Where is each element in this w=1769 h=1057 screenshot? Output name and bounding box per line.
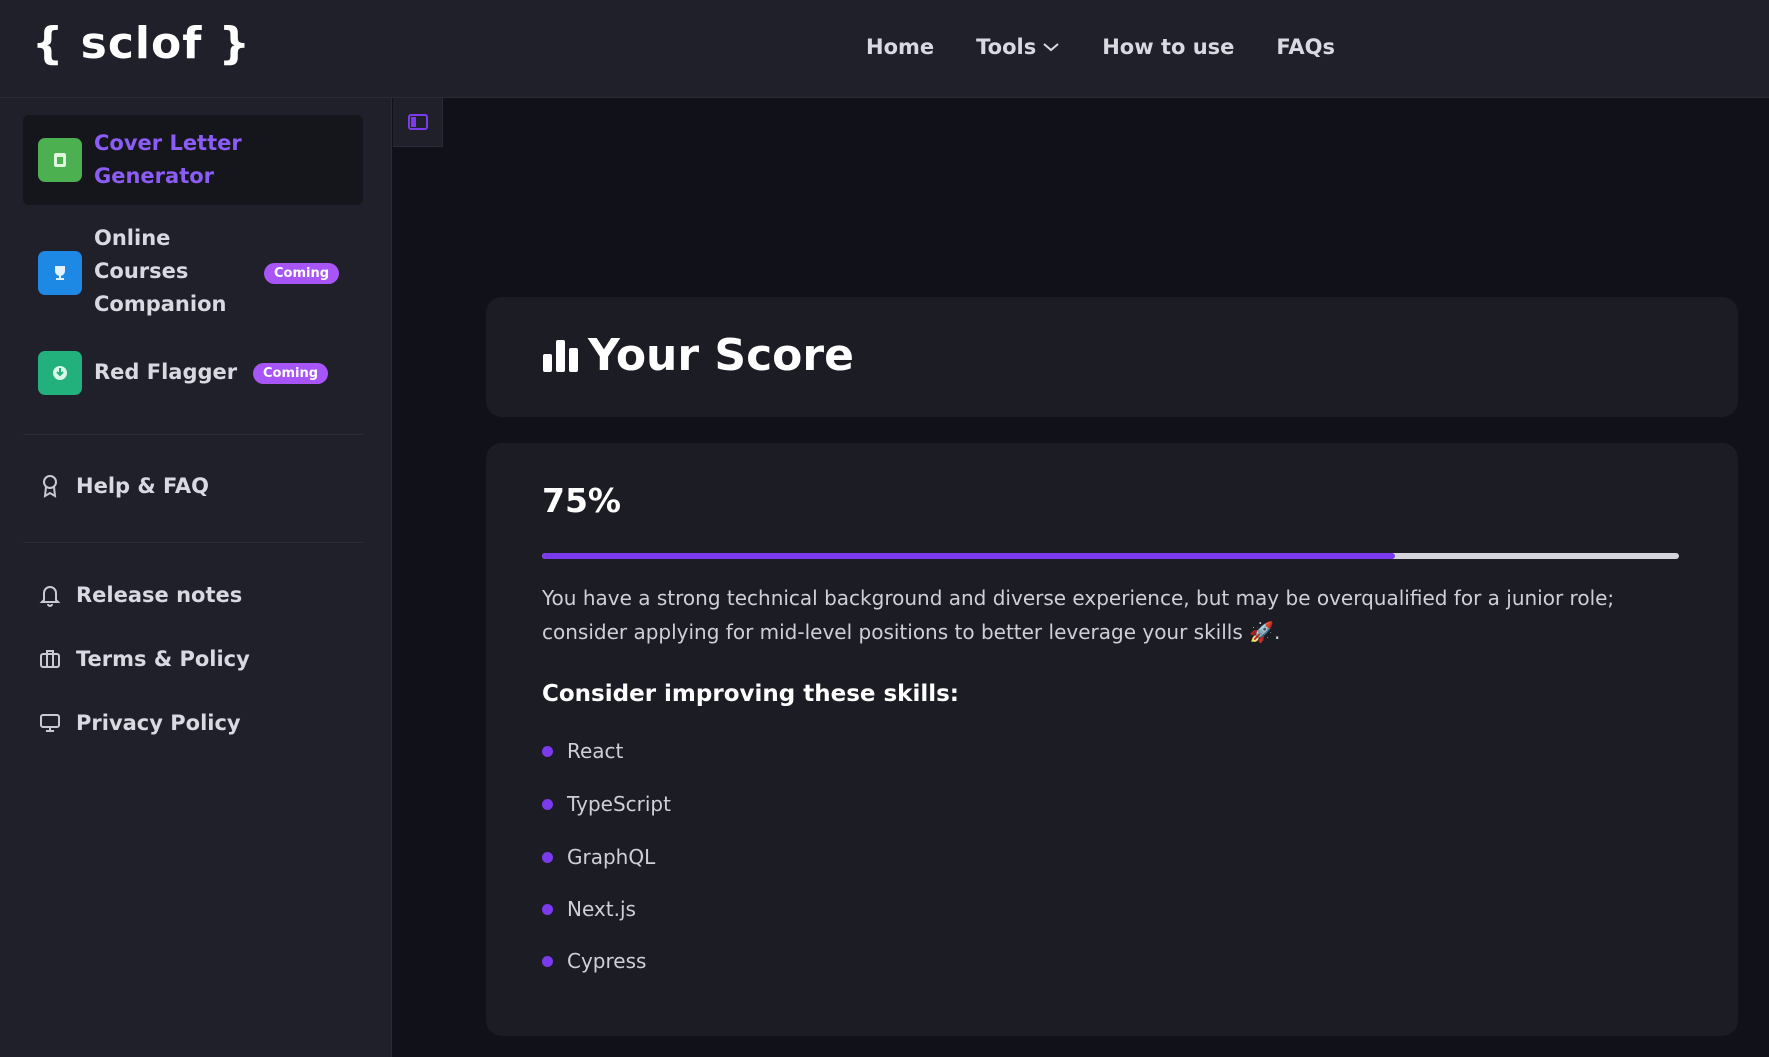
nav-tools-label: Tools [976, 35, 1037, 59]
sidebar-item-online-courses-companion[interactable]: Online Courses Companion Coming [23, 218, 363, 328]
trophy-icon [38, 251, 82, 295]
sidebar-item-label: Cover Letter Generator [94, 127, 242, 193]
bullet-icon [542, 851, 553, 863]
sidebar-item-help-faq[interactable]: Help & FAQ [38, 473, 209, 499]
sidebar-link-label: Terms & Policy [76, 647, 250, 671]
sidebar-item-label-line: Generator [94, 164, 215, 188]
score-progress-bar [542, 553, 1679, 559]
skill-item: Next.js [542, 897, 636, 921]
nav-home[interactable]: Home [866, 32, 934, 62]
sidebar-item-label-line: Cover Letter [94, 131, 242, 155]
sidebar-item-label-line: Online [94, 226, 171, 250]
shield-check-icon [38, 351, 82, 395]
sidebar-divider [23, 542, 363, 543]
sidebar-divider [23, 434, 363, 435]
sidebar-panel-icon [407, 114, 428, 130]
bullet-icon [542, 955, 553, 967]
briefcase-icon [40, 650, 60, 668]
nav-faqs[interactable]: FAQs [1276, 32, 1335, 62]
monitor-icon [40, 714, 60, 732]
sidebar: Cover Letter Generator Online Courses Co… [0, 98, 392, 1057]
sidebar-item-terms-policy[interactable]: Terms & Policy [38, 646, 250, 672]
sidebar-item-cover-letter-generator[interactable]: Cover Letter Generator [23, 115, 363, 205]
sidebar-item-label: Red Flagger [94, 360, 238, 384]
score-title-text: Your Score [588, 330, 854, 381]
score-percent: 75% [542, 481, 621, 520]
nav-home-label: Home [866, 35, 935, 59]
top-header: { sclof } Home Tools How to use FAQs [0, 0, 1769, 98]
bullet-icon [542, 798, 553, 810]
nav-how-to-use[interactable]: How to use [1102, 32, 1234, 62]
skill-label: TypeScript [567, 792, 671, 816]
skills-heading: Consider improving these skills: [542, 681, 960, 707]
skill-label: React [567, 739, 624, 763]
sidebar-link-label: Help & FAQ [76, 474, 210, 498]
skill-item: React [542, 739, 623, 763]
document-icon [38, 138, 82, 182]
coming-badge: Coming [264, 263, 340, 284]
skill-item: Cypress [542, 949, 646, 973]
nav-how-to-use-label: How to use [1102, 35, 1235, 59]
logo[interactable]: { sclof } [32, 18, 251, 69]
chevron-down-icon [1043, 43, 1059, 52]
sidebar-link-label: Release notes [76, 583, 243, 607]
bullet-icon [542, 745, 553, 757]
sidebar-item-privacy-policy[interactable]: Privacy Policy [38, 710, 241, 736]
sidebar-toggle-button[interactable] [393, 98, 443, 147]
sidebar-item-release-notes[interactable]: Release notes [38, 582, 242, 608]
score-detail-card: 75% You have a strong technical backgrou… [486, 443, 1738, 1036]
bullet-icon [542, 903, 553, 915]
coming-badge: Coming [253, 363, 329, 384]
bell-icon [39, 586, 61, 607]
skill-item: TypeScript [542, 792, 671, 816]
award-icon [43, 475, 57, 498]
sidebar-item-label-line: Courses [94, 259, 189, 283]
main-nav: Home Tools How to use FAQs [866, 32, 1377, 62]
sidebar-item-red-flagger[interactable]: Red Flagger Coming [23, 343, 363, 403]
sidebar-item-label: Online Courses Companion [94, 222, 226, 321]
skill-label: GraphQL [567, 845, 656, 869]
page-title: Your Score [542, 330, 854, 381]
score-title-card: Your Score [486, 297, 1738, 417]
nav-tools[interactable]: Tools [976, 32, 1060, 62]
score-summary: You have a strong technical background a… [542, 586, 1615, 644]
sidebar-item-label-line: Companion [94, 292, 227, 316]
nav-faqs-label: FAQs [1276, 35, 1335, 59]
skill-item: GraphQL [542, 845, 655, 869]
score-progress-fill [542, 553, 1395, 559]
skill-label: Cypress [567, 949, 647, 973]
bar-chart-icon [543, 339, 578, 372]
sidebar-link-label: Privacy Policy [76, 711, 241, 735]
skill-label: Next.js [567, 897, 636, 921]
